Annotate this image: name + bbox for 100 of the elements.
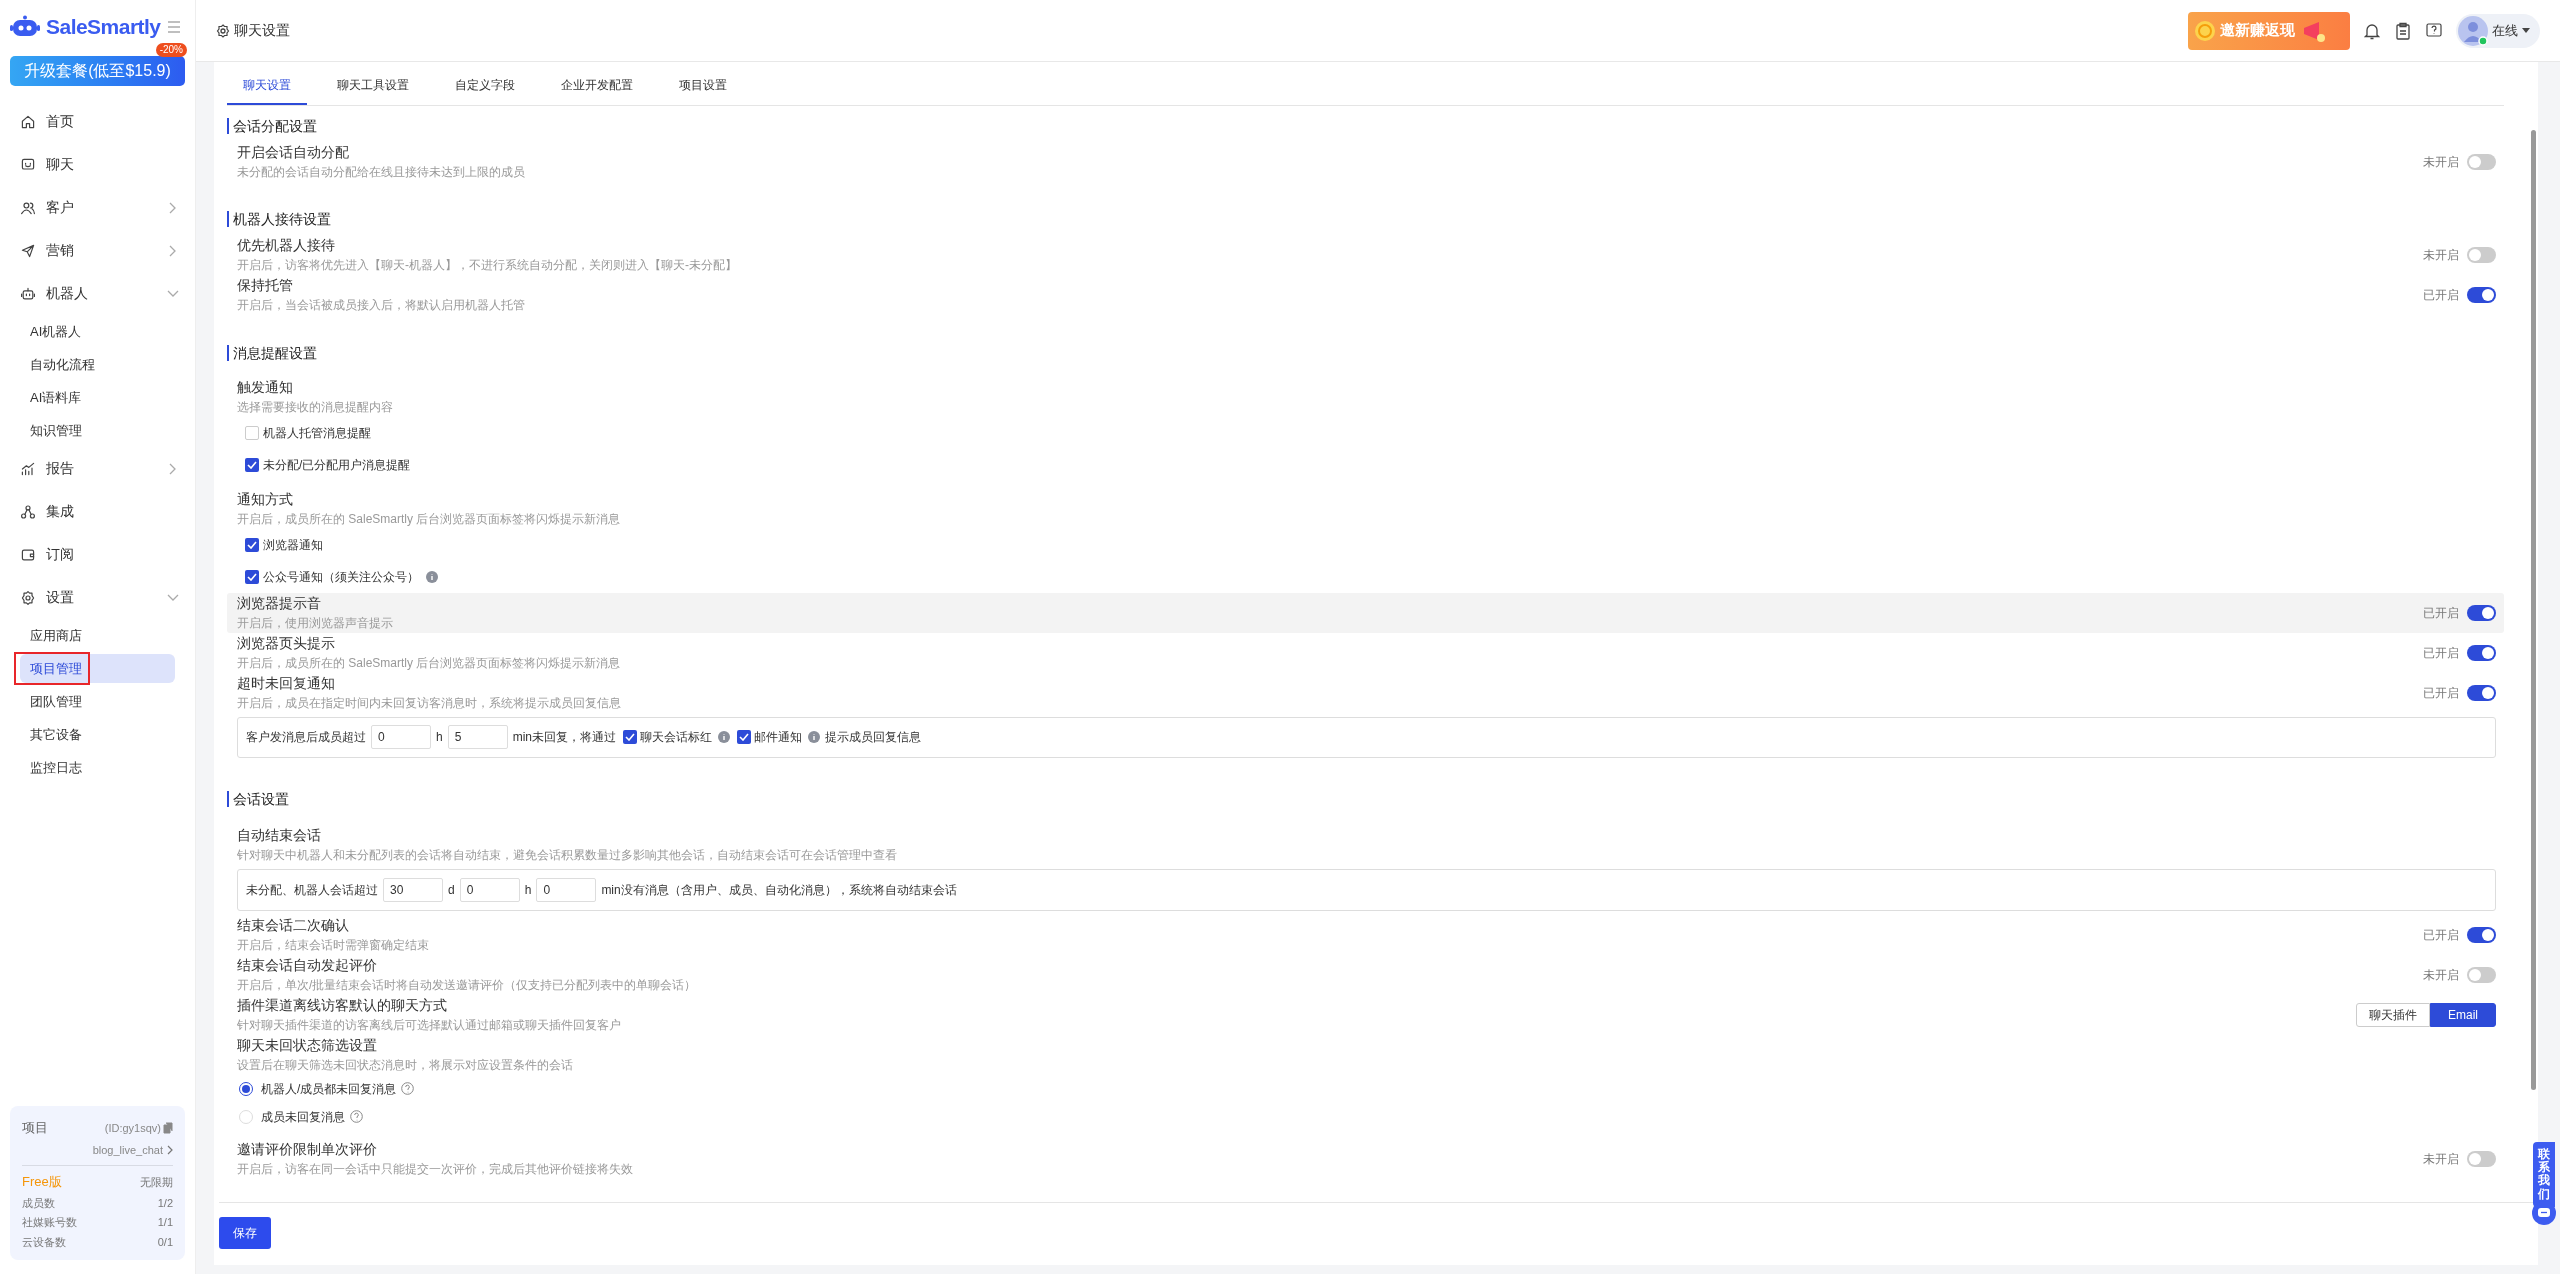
nav-item[interactable]: 客户 <box>0 186 195 229</box>
setting-description: 开启后，使用浏览器声音提示 <box>237 614 393 632</box>
clipboard-icon[interactable] <box>2396 21 2410 40</box>
setting-title: 开启会话自动分配 <box>237 143 350 162</box>
stat-value: 0/1 <box>157 1234 173 1250</box>
toggle-state-label: 已开启 <box>2423 926 2459 944</box>
nav-item[interactable]: 首页 <box>0 100 195 143</box>
form-text: h <box>524 882 532 899</box>
stat-label: 成员数 <box>22 1195 55 1211</box>
form-text: min未回复，将通过 <box>512 729 617 747</box>
toggle-switch[interactable] <box>2467 684 2496 701</box>
stat-value: 1/1 <box>157 1215 173 1230</box>
number-field[interactable]: 30 <box>383 878 443 902</box>
number-field[interactable]: 0 <box>459 878 520 902</box>
setting-description: 开启后，单次/批量结束会话时将自动发送邀请评价（仅支持已分配列表中的单聊会话） <box>237 976 697 994</box>
setting-description: 针对聊天插件渠道的访客离线后可选择默认通过邮箱或聊天插件回复客户 <box>237 1016 621 1034</box>
toggle-switch[interactable] <box>2467 247 2496 264</box>
copy-icon[interactable] <box>163 1121 173 1134</box>
setting-description: 开启后，结束会话时需弹窗确定结束 <box>237 936 429 954</box>
page-title: 聊天设置 <box>234 21 290 40</box>
nav-item[interactable]: 机器人 <box>0 272 195 315</box>
tab[interactable]: 聊天设置 <box>227 67 307 105</box>
nav-item[interactable]: 报告 <box>0 447 195 490</box>
nav-subitem[interactable]: 项目管理 <box>20 654 175 683</box>
toggle-switch[interactable] <box>2467 926 2496 943</box>
chart-icon <box>20 460 36 477</box>
checkbox[interactable] <box>737 730 752 745</box>
radio-label: 机器人/成员都未回复消息 <box>261 1080 397 1098</box>
toggle-switch[interactable] <box>2467 966 2496 983</box>
stat-value: 1/2 <box>157 1195 173 1211</box>
setting-title: 通知方式 <box>237 489 294 509</box>
setting-title: 自动结束会话 <box>237 826 322 846</box>
robot-logo-icon <box>10 15 40 39</box>
toggle-switch[interactable] <box>2467 287 2496 304</box>
number-field[interactable]: 5 <box>447 725 508 750</box>
nav-subitem[interactable]: 监控日志 <box>20 753 175 782</box>
nodes-icon <box>20 503 36 520</box>
checkbox[interactable] <box>245 569 259 584</box>
setting-description: 开启后，成员所在的 SaleSmartly 后台浏览器页面标签将闪烁提示新消息 <box>237 654 621 672</box>
nav-subitem[interactable]: 应用商店 <box>20 621 175 650</box>
segment-option[interactable]: 聊天插件 <box>2356 1002 2430 1027</box>
setting-description: 开启后，当会话被成员接入后，将默认启用机器人托管 <box>237 297 525 315</box>
setting-description: 针对聊天中机器人和未分配列表的会话将自动结束，避免会话积累数量过多影响其他会话，自动结束会话可在会话管理中查看 <box>237 847 897 865</box>
section-heading: 会话分配设置 <box>227 118 2504 134</box>
checkbox[interactable] <box>245 425 259 440</box>
setting-title: 超时未回复通知 <box>237 673 336 693</box>
checkbox-label: 机器人托管消息提醒 <box>263 424 371 442</box>
setting-title: 邀请评价限制单次评价 <box>237 1139 378 1159</box>
toggle-state-label: 已开启 <box>2423 287 2459 305</box>
setting-title: 结束会话自动发起评价 <box>237 955 378 975</box>
avatar-icon <box>2458 15 2488 46</box>
coin-icon <box>2194 19 2216 42</box>
nav-subitem[interactable]: 自动化流程 <box>20 350 175 379</box>
nav-item[interactable]: 聊天 <box>0 143 195 186</box>
setting-title: 插件渠道离线访客默认的聊天方式 <box>237 995 448 1015</box>
nav-item[interactable]: 集成 <box>0 490 195 533</box>
tab[interactable]: 聊天工具设置 <box>321 67 425 105</box>
number-field[interactable]: 0 <box>371 725 431 750</box>
nav-subitem[interactable]: AI语料库 <box>20 383 175 412</box>
setting-title: 优先机器人接待 <box>237 236 336 256</box>
setting-description: 开启后，成员在指定时间内未回复访客消息时，系统将提示成员回复信息 <box>237 694 621 712</box>
nav-item[interactable]: 设置 <box>0 576 195 619</box>
toggle-switch[interactable] <box>2467 154 2496 170</box>
toggle-switch[interactable] <box>2467 644 2496 661</box>
setting-description: 选择需要接收的消息提醒内容 <box>237 398 394 416</box>
save-button[interactable]: 保存 <box>219 1217 271 1249</box>
number-field[interactable]: 0 <box>536 878 597 902</box>
section-heading: 会话设置 <box>227 791 2504 808</box>
segment-option[interactable]: Email <box>2430 1002 2496 1027</box>
checkbox[interactable] <box>245 537 259 552</box>
bell-icon[interactable] <box>2364 21 2380 40</box>
nav-item[interactable]: 营销 <box>0 229 195 272</box>
form-text: 客户发消息后成员超过 <box>246 729 366 747</box>
nav-subitem[interactable]: 其它设备 <box>20 720 175 749</box>
tab[interactable]: 项目设置 <box>663 67 743 105</box>
nav-subitem[interactable]: AI机器人 <box>20 317 175 346</box>
nav-subitem[interactable]: 团队管理 <box>20 687 175 716</box>
tab[interactable]: 自定义字段 <box>439 67 531 105</box>
plan-term: 无限期 <box>140 1174 173 1190</box>
toggle-state-label: 未开启 <box>2423 247 2459 265</box>
checkbox[interactable] <box>245 457 259 472</box>
setting-title: 结束会话二次确认 <box>237 915 350 935</box>
contact-us-button[interactable]: 联系我们 <box>2533 1142 2555 1207</box>
toggle-switch[interactable] <box>2467 604 2496 621</box>
toggle-state-label: 未开启 <box>2423 154 2459 171</box>
logo-text: SaleSmartly <box>46 14 161 41</box>
toggle-switch[interactable] <box>2467 1150 2496 1167</box>
nav-item[interactable]: 订阅 <box>0 533 195 576</box>
form-text: 未分配、机器人会话超过 <box>246 882 378 899</box>
help-icon[interactable] <box>2426 22 2442 39</box>
home-icon <box>20 113 36 130</box>
chevron-right-icon <box>167 1144 173 1155</box>
nav-subitem[interactable]: 知识管理 <box>20 416 175 445</box>
send-icon <box>20 242 36 259</box>
checkbox-label: 浏览器通知 <box>263 536 323 554</box>
stat-label: 云设备数 <box>22 1234 66 1250</box>
status-dropdown[interactable]: 在线 <box>2456 13 2540 48</box>
tab[interactable]: 企业开发配置 <box>545 67 649 105</box>
checkbox[interactable] <box>623 730 638 745</box>
radio-label: 成员未回复消息 <box>261 1108 345 1126</box>
